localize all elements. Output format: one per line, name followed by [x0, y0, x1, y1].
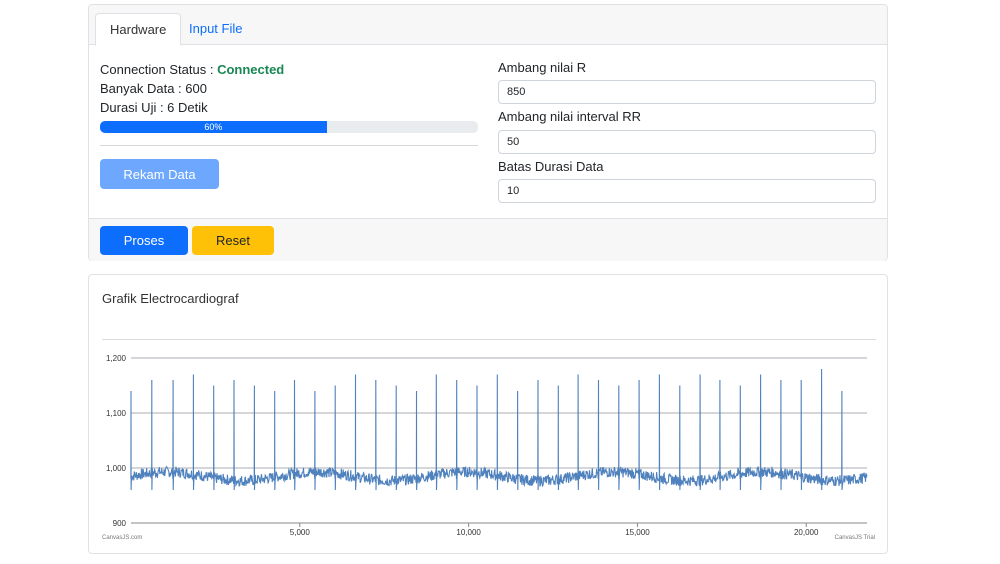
durasi-uji-text: Durasi Uji : 6 Detik [100, 100, 208, 115]
chart-card: Grafik Electrocardiograf 900 1,000 1,100 1,… [88, 274, 888, 554]
divider [100, 145, 478, 146]
tab-hardware[interactable]: Hardware [95, 13, 182, 46]
chart-separator [102, 339, 876, 340]
connection-status: Connection Status : Connected [100, 60, 480, 79]
proses-button[interactable]: Proses [100, 226, 188, 255]
credit-right: CanvasJS Trial [835, 535, 875, 541]
y-tick-label: 900 [113, 519, 127, 528]
x-tick-label: 15,000 [625, 528, 650, 537]
tab-input-file[interactable]: Input File [175, 13, 256, 46]
connection-status-value: Connected [217, 62, 285, 77]
y-tick-label: 1,000 [106, 464, 127, 473]
progress-bar: 60% [100, 121, 478, 133]
ambang-r-label: Ambang nilai R [498, 60, 587, 75]
y-tick-label: 1,200 [106, 354, 127, 363]
chart-title: Grafik Electrocardiograf [102, 291, 239, 306]
ecg-chart: 900 1,000 1,100 1,200 5,000 10,000 15,000 20,00… [102, 354, 875, 541]
x-tick-label: 20,000 [794, 528, 819, 537]
tab-bar: Hardware Input File [89, 5, 887, 46]
y-tick-label: 1,100 [106, 409, 127, 418]
connection-status-label: Connection Status : [100, 62, 218, 77]
batas-durasi-input[interactable] [498, 179, 876, 203]
batas-durasi-label: Batas Durasi Data [498, 159, 604, 174]
progress-fill: 60% [100, 121, 327, 133]
reset-button[interactable]: Reset [192, 226, 274, 255]
ecg-series-line [130, 368, 868, 491]
ambang-rr-input[interactable] [498, 130, 876, 154]
ambang-rr-label: Ambang nilai interval RR [498, 109, 642, 124]
control-card: Hardware Input File Connection Status : … [88, 4, 888, 261]
banyak-data-text: Banyak Data : 600 [100, 81, 207, 96]
ambang-r-input[interactable] [498, 80, 876, 104]
status-panel: Connection Status : Connected Banyak Dat… [100, 60, 480, 117]
x-tick-label: 10,000 [456, 528, 481, 537]
credit-left: CanvasJS.com [102, 535, 142, 541]
rekam-data-button[interactable]: Rekam Data [100, 159, 219, 189]
x-tick-label: 5,000 [290, 528, 311, 537]
